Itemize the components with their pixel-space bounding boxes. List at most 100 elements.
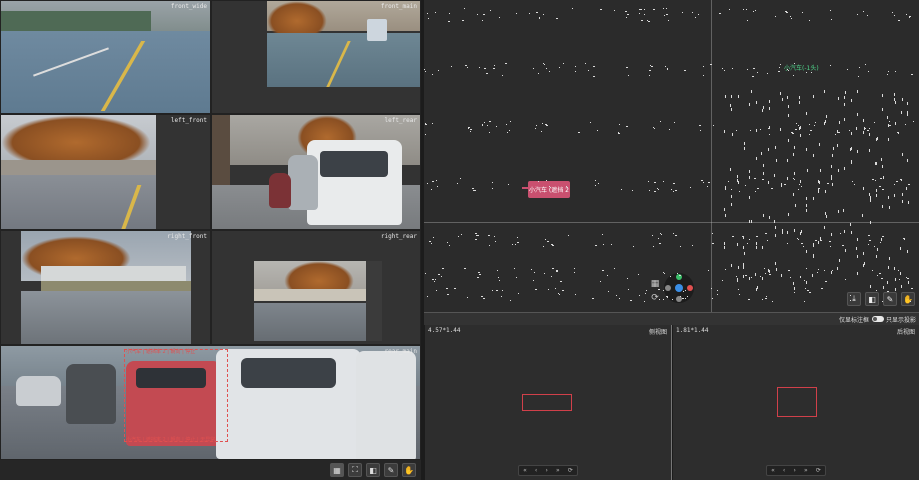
camera-cell-right-rear[interactable]: right_rear bbox=[211, 230, 421, 345]
point bbox=[432, 74, 433, 75]
camera-label: left_front bbox=[170, 117, 207, 124]
point bbox=[857, 255, 858, 258]
point bbox=[882, 108, 883, 111]
point bbox=[776, 268, 777, 271]
point bbox=[687, 296, 688, 297]
point bbox=[793, 282, 794, 285]
hand-button[interactable]: ✋ bbox=[402, 463, 416, 477]
first-icon[interactable]: « bbox=[523, 467, 527, 474]
point bbox=[769, 274, 771, 275]
point bbox=[493, 68, 495, 69]
camera-cell-right-front[interactable]: right_front bbox=[0, 230, 211, 345]
point bbox=[813, 95, 814, 98]
nav-center-button[interactable] bbox=[675, 284, 683, 292]
toggle-boxes-switch[interactable] bbox=[872, 316, 884, 322]
camera-cell-front-main[interactable]: front_main bbox=[211, 0, 421, 114]
point bbox=[748, 299, 750, 300]
cube-button[interactable]: ◧ bbox=[865, 292, 879, 306]
camera-cell-front-wide[interactable]: front_wide bbox=[0, 0, 211, 114]
last-icon[interactable]: » bbox=[556, 467, 560, 474]
prev-icon[interactable]: ‹ bbox=[535, 467, 537, 474]
camera-image-front-wide bbox=[1, 1, 210, 113]
camera-cell-rear-main[interactable]: 小汽车 | 遮挡率 2 | 朝向 | 停止 小汽车 | 遮挡率 2 | 朝向 |… bbox=[0, 345, 421, 460]
camera-cell-left-front[interactable]: left_front bbox=[0, 114, 211, 230]
point bbox=[809, 292, 811, 293]
nav-right-button[interactable] bbox=[687, 285, 693, 291]
crop-button[interactable]: ⛶ bbox=[348, 463, 362, 477]
point bbox=[894, 93, 895, 96]
point bbox=[763, 164, 764, 167]
point bbox=[857, 238, 858, 241]
camera-toolbar: ▦ ⛶ ◧ ✎ ✋ bbox=[0, 460, 421, 480]
point bbox=[575, 294, 576, 295]
refresh-icon[interactable]: ⟳ bbox=[816, 467, 821, 474]
point bbox=[802, 12, 803, 13]
object-label-box[interactable]: 小汽车 (遮挡 2 bbox=[522, 181, 570, 198]
point bbox=[725, 186, 726, 189]
point bbox=[788, 114, 789, 117]
last-icon[interactable]: » bbox=[804, 467, 808, 474]
object-green-tag[interactable]: 小汽车(-1头) bbox=[784, 63, 819, 72]
point bbox=[425, 71, 426, 72]
side-view-box[interactable] bbox=[522, 394, 572, 411]
point bbox=[675, 190, 677, 191]
point bbox=[840, 233, 841, 234]
point bbox=[545, 239, 546, 240]
point bbox=[749, 103, 750, 106]
point bbox=[461, 234, 462, 235]
side-view-panel[interactable]: 4.57*1.44 侧视图 « ‹ › » ⟳ bbox=[424, 325, 671, 480]
pen-button[interactable]: ✎ bbox=[384, 463, 398, 477]
point bbox=[749, 196, 750, 199]
point bbox=[556, 271, 558, 272]
next-icon[interactable]: › bbox=[793, 467, 795, 474]
point bbox=[792, 133, 794, 134]
point-cloud-view[interactable]: 小汽车 (遮挡 2 小汽车(-1头) ▦ ⟳ ⤓ ◧ ✎ ✋ bbox=[424, 0, 919, 312]
point bbox=[700, 130, 701, 131]
grid-icon[interactable]: ▦ bbox=[650, 279, 660, 289]
camera-cell-left-rear[interactable]: left_rear bbox=[211, 114, 421, 230]
point bbox=[839, 259, 840, 262]
point bbox=[488, 235, 490, 236]
point bbox=[857, 113, 858, 116]
next-icon[interactable]: › bbox=[545, 467, 547, 474]
point bbox=[593, 76, 595, 77]
point bbox=[795, 129, 797, 130]
point bbox=[752, 76, 754, 77]
point bbox=[751, 220, 752, 223]
point bbox=[749, 176, 750, 179]
point bbox=[757, 188, 759, 189]
view-nav-pad[interactable] bbox=[664, 273, 694, 303]
point bbox=[711, 288, 712, 289]
nav-left-button[interactable] bbox=[665, 285, 671, 291]
nav-down-button[interactable] bbox=[676, 296, 682, 302]
point bbox=[449, 245, 450, 246]
point bbox=[531, 269, 532, 270]
point bbox=[767, 73, 768, 74]
camera-label: front_wide bbox=[170, 3, 207, 10]
cube-button[interactable]: ◧ bbox=[366, 463, 380, 477]
point bbox=[468, 128, 469, 129]
grid-layout-button[interactable]: ▦ bbox=[330, 463, 344, 477]
point bbox=[472, 188, 474, 189]
point bbox=[824, 226, 825, 229]
camera-label: right_rear bbox=[380, 233, 417, 240]
pen-button[interactable]: ✎ bbox=[883, 292, 897, 306]
point bbox=[632, 190, 633, 191]
point bbox=[837, 130, 838, 133]
refresh-icon[interactable]: ⟳ bbox=[650, 293, 660, 303]
camera-image-right-front bbox=[21, 231, 191, 344]
rear-view-panel[interactable]: 1.81*1.44 后视图 « ‹ › » ⟳ bbox=[672, 325, 919, 480]
camera-image-right-rear bbox=[254, 261, 382, 341]
refresh-icon[interactable]: ⟳ bbox=[568, 467, 573, 474]
point bbox=[800, 126, 801, 129]
point bbox=[744, 252, 745, 255]
first-icon[interactable]: « bbox=[771, 467, 775, 474]
point bbox=[882, 165, 883, 168]
point bbox=[881, 238, 882, 241]
point bbox=[756, 129, 757, 132]
rear-view-box[interactable] bbox=[777, 387, 817, 417]
prev-icon[interactable]: ‹ bbox=[783, 467, 785, 474]
point bbox=[756, 236, 758, 237]
point bbox=[851, 231, 852, 234]
hand-button[interactable]: ✋ bbox=[901, 292, 915, 306]
